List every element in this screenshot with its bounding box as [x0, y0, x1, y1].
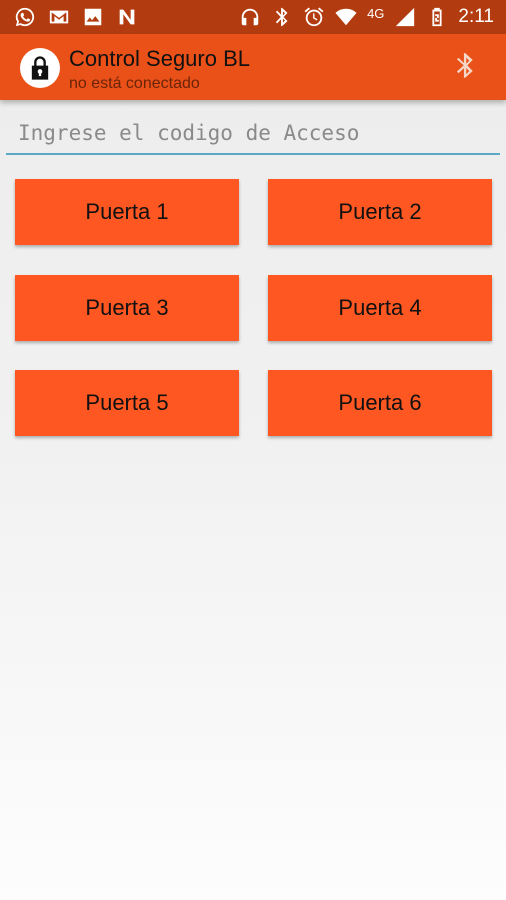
bluetooth-icon — [456, 53, 473, 78]
gmail-icon — [48, 6, 70, 28]
door-1-button[interactable]: Puerta 1 — [15, 179, 239, 245]
headphones-icon — [239, 6, 261, 28]
bluetooth-connect-button[interactable] — [448, 50, 482, 84]
app-logo — [20, 48, 60, 88]
notification-icon — [116, 6, 138, 28]
status-bar: 4G 2:11 — [0, 0, 506, 34]
connection-status: no está conectado — [69, 75, 200, 92]
network-type: 4G — [367, 5, 385, 21]
battery-icon — [426, 6, 448, 28]
whatsapp-icon — [14, 6, 36, 28]
status-bar-notifications — [14, 6, 138, 28]
status-bar-system: 4G 2:11 — [239, 6, 494, 28]
app-title: Control Seguro BL — [69, 46, 250, 71]
door-6-button[interactable]: Puerta 6 — [268, 370, 492, 436]
app-bar: Control Seguro BL no está conectado — [0, 34, 506, 100]
alarm-icon — [303, 6, 325, 28]
door-5-button[interactable]: Puerta 5 — [15, 370, 239, 436]
wifi-icon — [335, 6, 357, 28]
door-4-button[interactable]: Puerta 4 — [268, 275, 492, 341]
status-clock: 2:11 — [458, 6, 494, 27]
signal-icon — [394, 6, 416, 28]
gallery-icon — [82, 6, 104, 28]
bluetooth-icon — [271, 6, 293, 28]
lock-icon — [31, 56, 49, 80]
door-3-button[interactable]: Puerta 3 — [15, 275, 239, 341]
access-code-input[interactable] — [6, 117, 500, 155]
door-2-button[interactable]: Puerta 2 — [268, 179, 492, 245]
